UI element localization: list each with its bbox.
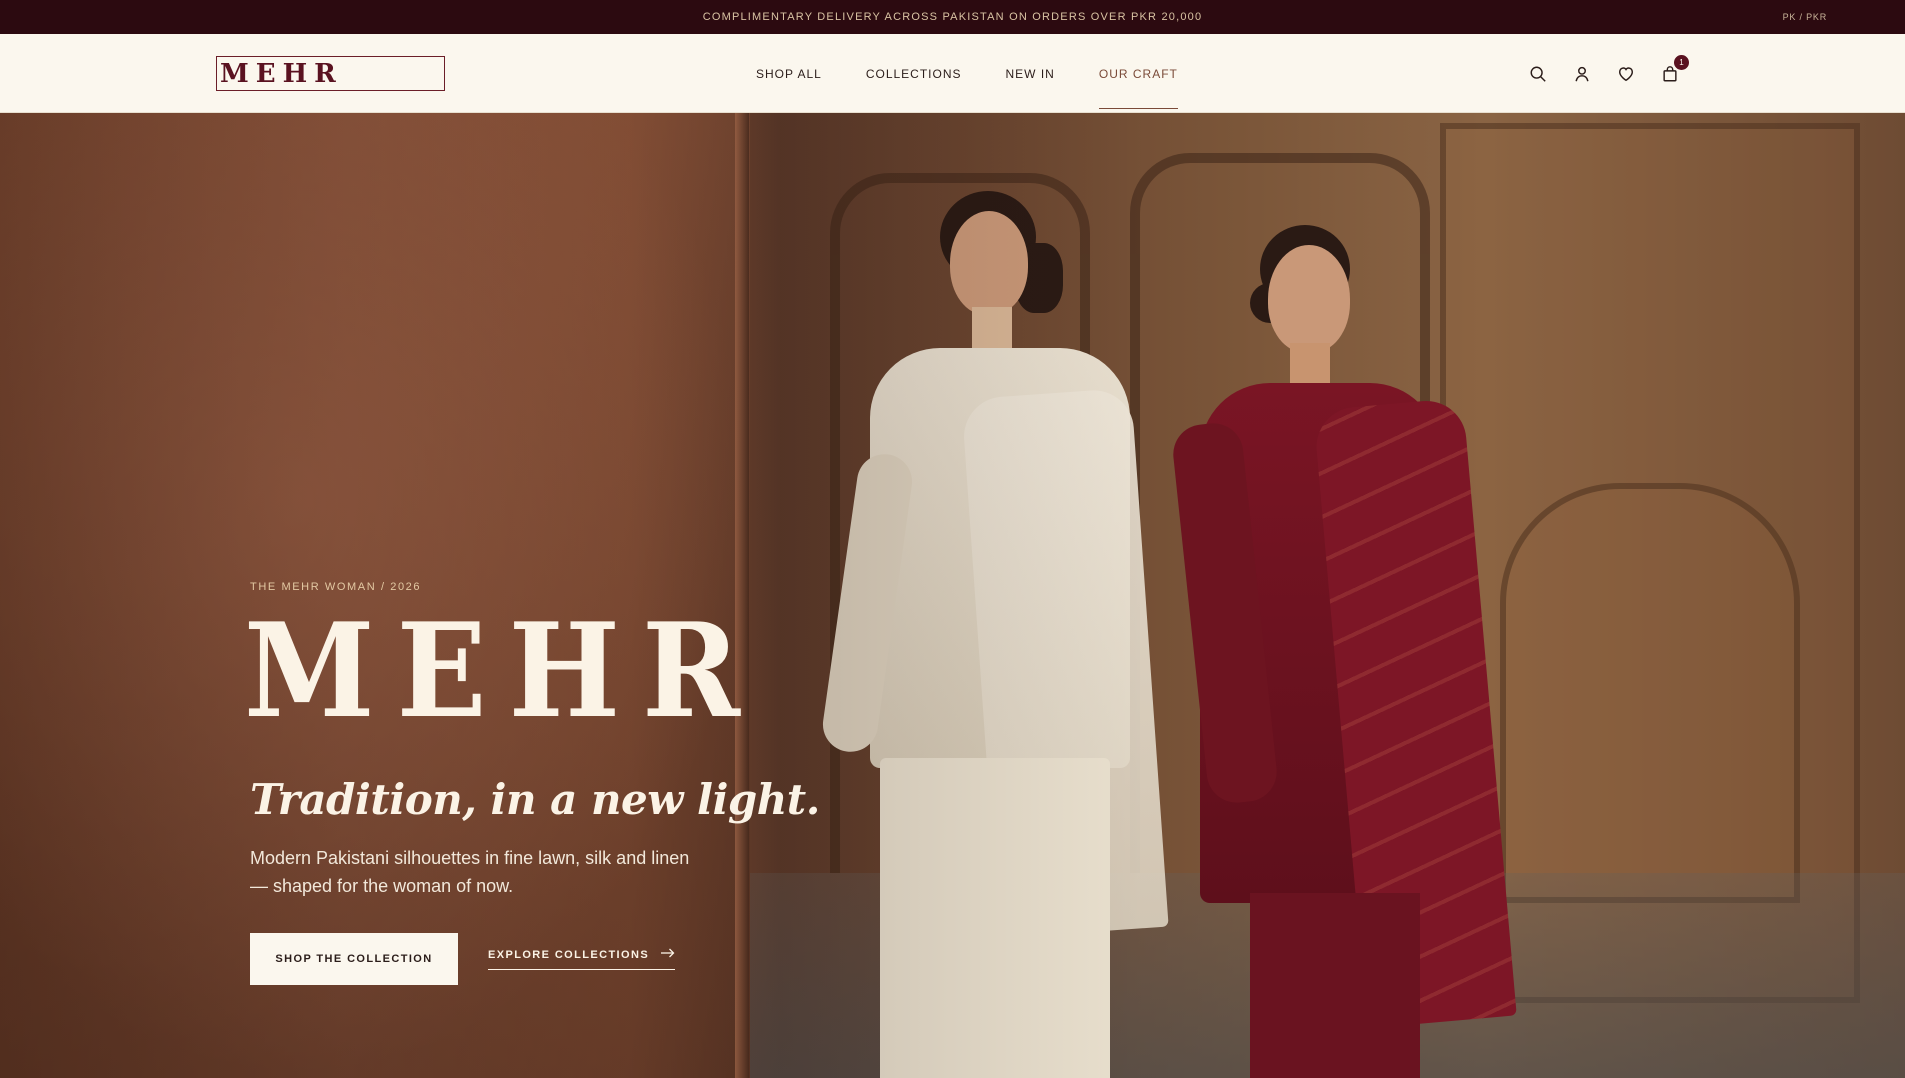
shop-the-collection-button[interactable]: SHOP THE COLLECTION	[250, 933, 458, 985]
main-nav: SHOP ALL COLLECTIONS NEW IN OUR CRAFT	[756, 34, 1178, 113]
hero-description: Modern Pakistani silhouettes in fine law…	[250, 848, 690, 896]
hero-tagline: Tradition, in a new light.	[250, 775, 820, 824]
announcement-text: COMPLIMENTARY DELIVERY ACROSS PAKISTAN O…	[702, 11, 1203, 23]
hero-banner: THE MEHR WOMAN / 2026 MEHR Tradition, in…	[0, 113, 1905, 1078]
hero-eyebrow: THE MEHR WOMAN / 2026	[250, 581, 422, 593]
hero-title: MEHR	[244, 593, 763, 747]
arrow-right-icon	[661, 948, 675, 961]
nav-shop-all[interactable]: SHOP ALL	[756, 34, 822, 113]
nav-our-craft[interactable]: OUR CRAFT	[1098, 34, 1178, 113]
shopping-bag-icon[interactable]: 1	[1660, 55, 1689, 84]
search-icon[interactable]	[1528, 64, 1548, 84]
site-header: MEHR SHOP ALL COLLECTIONS NEW IN OUR CRA…	[0, 34, 1905, 113]
nav-collections[interactable]: COLLECTIONS	[866, 34, 962, 113]
logo[interactable]: MEHR	[216, 56, 445, 91]
header-icons: 1	[1528, 55, 1689, 88]
cart-count-badge: 1	[1674, 55, 1689, 70]
announcement-bar: COMPLIMENTARY DELIVERY ACROSS PAKISTAN O…	[0, 0, 1905, 34]
account-icon[interactable]	[1572, 64, 1592, 84]
nav-new-in[interactable]: NEW IN	[1006, 34, 1055, 113]
logo-text: MEHR	[220, 58, 343, 89]
explore-collections-label: EXPLORE COLLECTIONS	[488, 948, 650, 961]
locale-currency-selector[interactable]: PK / PKR	[1783, 0, 1827, 34]
wishlist-heart-icon[interactable]	[1616, 64, 1636, 84]
explore-collections-link[interactable]: EXPLORE COLLECTIONS	[488, 946, 676, 970]
